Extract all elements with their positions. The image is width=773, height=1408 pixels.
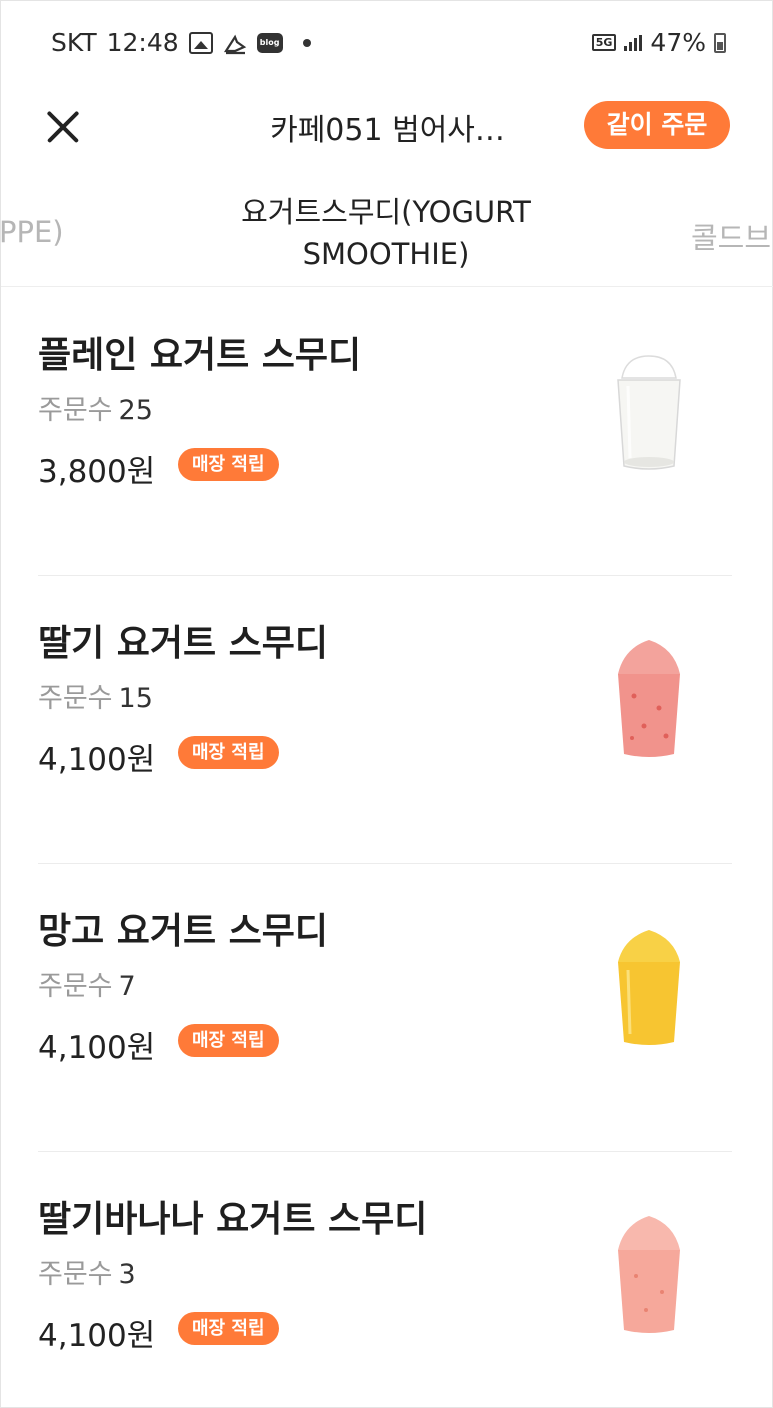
plain-smoothie-image	[617, 355, 681, 470]
orders-count: 25	[118, 395, 153, 426]
orders-count: 15	[118, 683, 153, 714]
close-icon[interactable]	[41, 107, 85, 147]
app-header: 카페051 범어사… 같이 주문	[1, 85, 773, 169]
reward-badge: 매장 적립	[178, 1312, 279, 1345]
status-bar-right: 5G 47%	[591, 28, 726, 57]
status-bar: SKT 12:48 blog 5G 47%	[1, 1, 773, 85]
menu-item-orders: 주문수 3	[38, 1252, 136, 1291]
orders-count: 7	[118, 971, 136, 1002]
menu-item-name: 플레인 요거트 스무디	[38, 335, 362, 376]
group-order-button[interactable]: 같이 주문	[584, 101, 730, 149]
orders-label: 주문수	[38, 1259, 113, 1290]
network-type-icon: 5G	[591, 34, 617, 51]
category-tabs: PPE) 요거트스무디(YOGURT SMOOTHIE) 콜드브	[1, 169, 773, 287]
mango-smoothie-image	[618, 930, 680, 1045]
menu-item[interactable]: 플레인 요거트 스무디 주문수 25 3,800원 매장 적립	[1, 288, 773, 576]
menu-item-orders: 주문수 25	[38, 388, 153, 427]
menu-item-price: 4,100원	[38, 1030, 156, 1066]
reward-badge: 매장 적립	[178, 448, 279, 481]
carrier-label: SKT	[51, 28, 97, 57]
menu-item-orders: 주문수 15	[38, 676, 153, 715]
store-title: 카페051 범어사…	[270, 113, 505, 148]
strawberry-smoothie-image	[618, 640, 680, 757]
menu-item-name: 딸기바나나 요거트 스무디	[38, 1199, 428, 1240]
tab-next-category[interactable]: 콜드브	[691, 215, 771, 257]
reward-badge: 매장 적립	[178, 1024, 279, 1057]
menu-item-name: 딸기 요거트 스무디	[38, 623, 329, 664]
reward-badge: 매장 적립	[178, 736, 279, 769]
menu-item-orders: 주문수 7	[38, 964, 136, 1003]
tab-yogurt-smoothie[interactable]: 요거트스무디(YOGURT SMOOTHIE)	[181, 191, 591, 275]
status-bar-left: SKT 12:48 blog	[51, 28, 311, 57]
app-icon	[223, 32, 247, 54]
strawberry-banana-smoothie-image	[618, 1216, 680, 1333]
menu-list: 플레인 요거트 스무디 주문수 25 3,800원 매장 적립 딸기 요거트 스무…	[1, 288, 773, 1408]
menu-item-price: 3,800원	[38, 454, 156, 490]
menu-item[interactable]: 딸기 요거트 스무디 주문수 15 4,100원 매장 적립	[1, 576, 773, 864]
battery-percent: 47%	[650, 28, 706, 57]
menu-item-price: 4,100원	[38, 1318, 156, 1354]
gallery-icon	[188, 31, 213, 54]
orders-label: 주문수	[38, 971, 113, 1002]
menu-item-price: 4,100원	[38, 742, 156, 778]
menu-item[interactable]: 망고 요거트 스무디 주문수 7 4,100원 매장 적립	[1, 864, 773, 1152]
tab-previous-category[interactable]: PPE)	[1, 215, 64, 249]
orders-label: 주문수	[38, 395, 113, 426]
orders-label: 주문수	[38, 683, 113, 714]
notification-dot-icon	[302, 38, 311, 47]
signal-icon	[624, 34, 643, 51]
orders-count: 3	[118, 1259, 136, 1290]
blog-icon: blog	[256, 32, 283, 53]
clock: 12:48	[106, 28, 179, 57]
battery-icon	[714, 32, 726, 53]
menu-item-name: 망고 요거트 스무디	[38, 911, 329, 952]
menu-item[interactable]: 딸기바나나 요거트 스무디 주문수 3 4,100원 매장 적립	[1, 1152, 773, 1408]
